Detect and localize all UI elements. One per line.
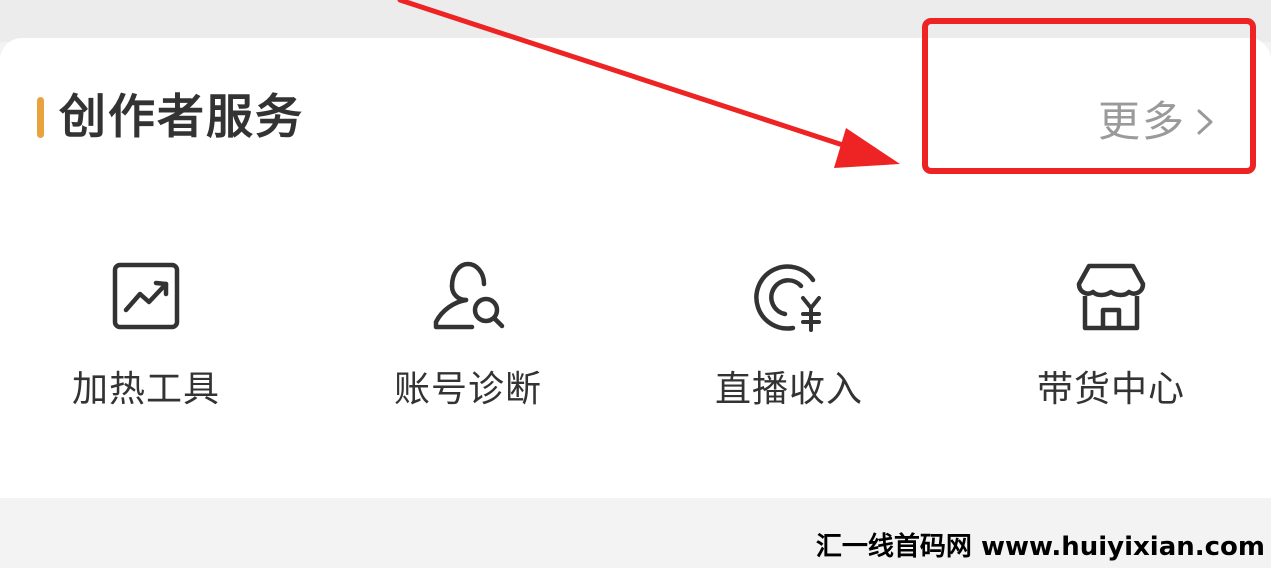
service-live-income[interactable]: 直播收入 [689,258,889,428]
annotation-highlight-box [922,18,1256,174]
storefront-icon [1076,263,1146,331]
service-label: 直播收入 [714,369,863,410]
section-title: 创作者服务 [59,90,304,145]
title-accent-bar [37,97,44,138]
service-heat-tool[interactable]: 加热工具 [46,258,246,428]
services-grid: 加热工具 账号诊断 直播收入 带货中心 [0,258,1271,458]
service-label: 加热工具 [71,369,220,410]
trending-chart-icon [112,262,180,330]
service-label: 带货中心 [1036,369,1185,410]
user-search-icon [433,261,505,330]
service-commerce-center[interactable]: 带货中心 [1011,258,1211,428]
live-income-yuan-icon [754,264,821,332]
watermark-text: 汇一线首码网 www.huiyixian.com [815,532,1265,562]
service-label: 账号诊断 [393,369,542,410]
service-account-diagnosis[interactable]: 账号诊断 [368,258,568,428]
